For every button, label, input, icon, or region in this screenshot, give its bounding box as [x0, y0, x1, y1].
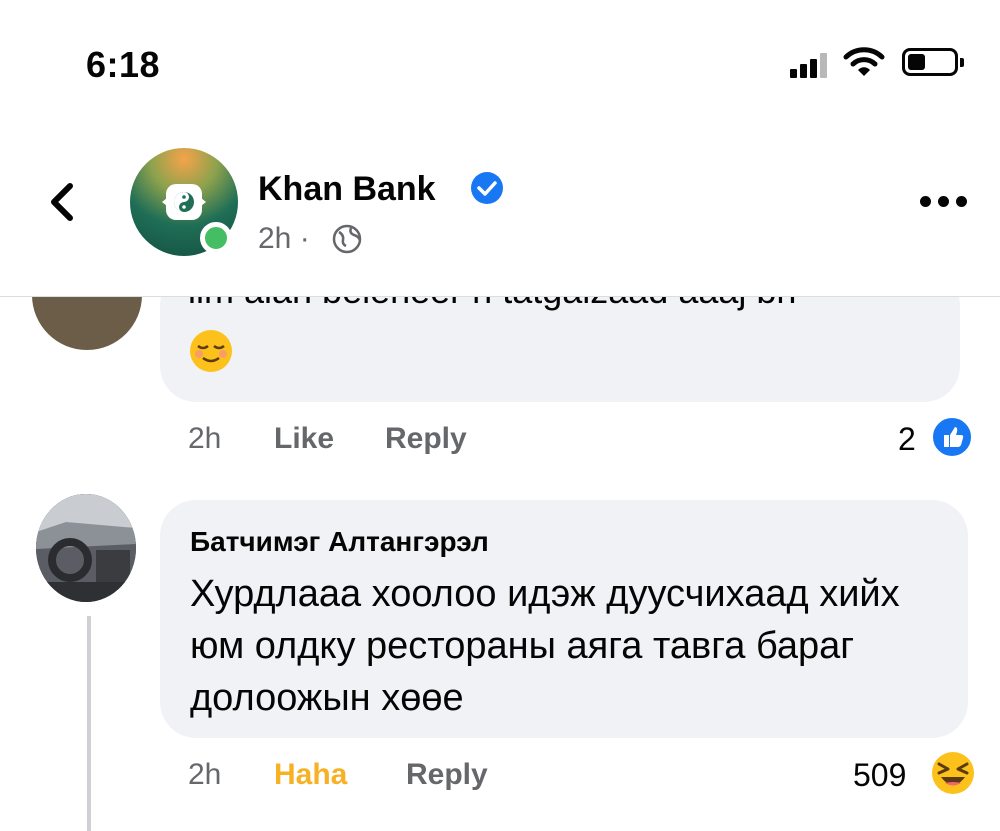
page-name[interactable]: Khan Bank: [258, 170, 436, 209]
status-time: 6:18: [86, 44, 161, 85]
header-divider: [0, 296, 1000, 297]
post-timestamp[interactable]: 2h ·: [258, 222, 310, 256]
commenter-avatar[interactable]: [36, 494, 136, 602]
online-status-dot: [200, 222, 232, 254]
back-chevron-icon[interactable]: [44, 182, 80, 222]
previous-comment-like-button[interactable]: Like: [274, 422, 334, 456]
bank-emblem-icon: [162, 184, 206, 220]
like-icon[interactable]: [930, 415, 974, 459]
previous-comment-reply-button[interactable]: Reply: [385, 422, 467, 456]
comment-author[interactable]: Батчимэг Алтангэрэл: [190, 526, 489, 558]
post-header: 6:18 Khan Bank 2h ·: [0, 0, 1000, 297]
cellular-signal-icon: [790, 52, 830, 78]
comment-haha-button[interactable]: Haha: [274, 758, 347, 792]
relieved-face-emoji: [190, 330, 232, 372]
comment-time: 2h: [188, 758, 222, 791]
comment-reply-button[interactable]: Reply: [406, 758, 488, 792]
comment-reaction-count[interactable]: 509: [853, 757, 906, 794]
haha-emoji[interactable]: [930, 750, 976, 796]
previous-comment-reaction-count[interactable]: 2: [898, 421, 916, 458]
wifi-icon: [843, 47, 885, 76]
comment-bubble: Батчимэг Алтангэрэл Хурдлааа хоолоо идэж…: [160, 500, 968, 738]
reply-thread-line: [87, 616, 91, 831]
previous-comment-time: 2h: [188, 422, 222, 455]
globe-icon: [332, 224, 362, 254]
battery-icon: [902, 48, 964, 76]
more-options-icon[interactable]: [920, 196, 968, 212]
comment-text: Хурдлааа хоолоо идэж дуусчихаад хийх юм …: [190, 573, 900, 719]
verified-badge-icon: [471, 172, 503, 204]
